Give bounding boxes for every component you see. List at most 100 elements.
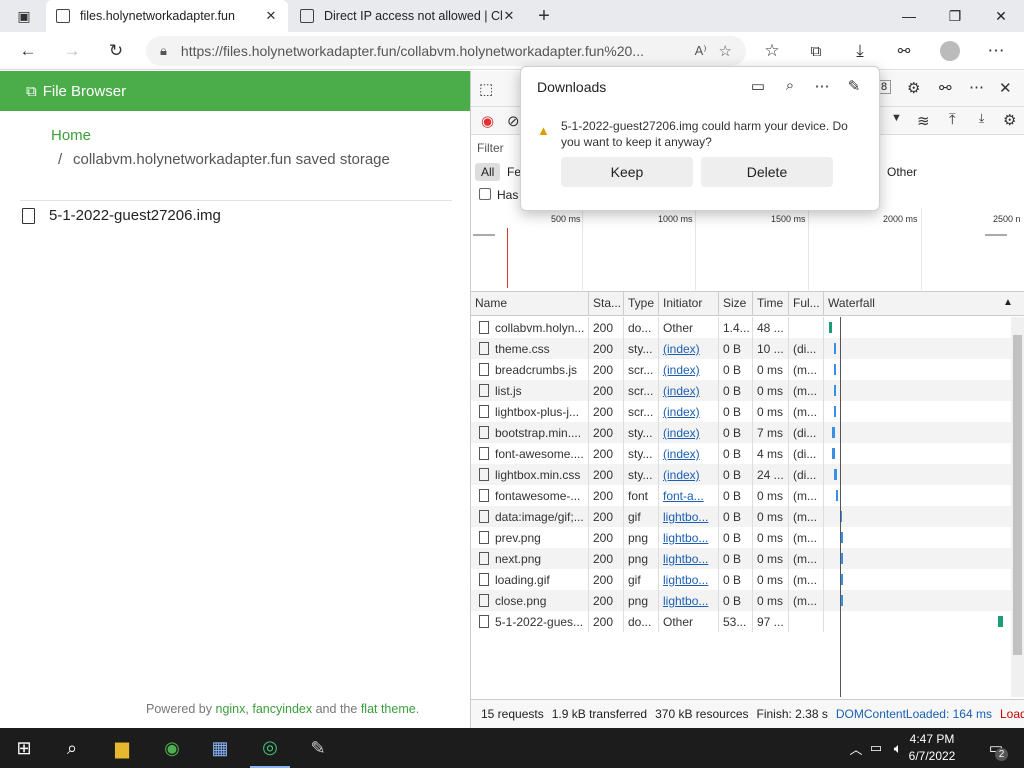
request-name[interactable]: fontawesome-... — [495, 489, 580, 506]
request-row[interactable]: lightbox.min.css 200 sty... (index) 0 B 24 ..… — [471, 464, 1011, 485]
close-tab-icon[interactable]: ✕ — [502, 8, 516, 24]
request-name[interactable]: lightbox.min.css — [495, 468, 580, 485]
col-time[interactable]: Time — [753, 292, 789, 316]
record-icon[interactable]: ◉ — [481, 112, 494, 130]
request-name[interactable]: prev.png — [495, 531, 541, 548]
request-row[interactable]: data:image/gif;... 200 gif lightbo... 0 B0 m… — [471, 506, 1011, 527]
filter-label[interactable]: Filter — [477, 141, 504, 155]
network-app-icon[interactable]: ▦ — [200, 728, 240, 768]
cell-initiator[interactable]: lightbo... — [659, 506, 719, 527]
import-icon[interactable]: ⤒ — [949, 111, 956, 128]
col-size[interactable]: Size — [719, 292, 753, 316]
request-name[interactable]: close.png — [495, 594, 546, 611]
collections-icon[interactable]: ⧉ — [800, 32, 832, 70]
request-row[interactable]: breadcrumbs.js 200 scr... (index) 0 B0 ms (m.… — [471, 359, 1011, 380]
request-name[interactable]: next.png — [495, 552, 541, 569]
start-windows-icon[interactable]: ⊞ — [4, 728, 44, 768]
request-name[interactable]: font-awesome.... — [495, 447, 584, 464]
breadcrumb-home[interactable]: Home — [51, 127, 91, 144]
inspect-icon[interactable]: ⬚ — [479, 80, 493, 98]
flat-theme-link[interactable]: flat theme — [361, 702, 416, 716]
col-type[interactable]: Type — [624, 292, 659, 316]
clock[interactable]: 4:47 PM 6/7/2022 — [904, 731, 960, 765]
back-button[interactable]: ← — [12, 32, 44, 70]
col-fulfilled[interactable]: Ful... — [789, 292, 824, 316]
col-waterfall[interactable]: Waterfall — [824, 292, 1024, 316]
request-name[interactable]: 5-1-2022-gues... — [495, 615, 583, 632]
maximize-button[interactable]: ❐ — [932, 0, 978, 32]
cell-initiator[interactable]: (index) — [659, 359, 719, 380]
cell-initiator[interactable]: (index) — [659, 338, 719, 359]
paint-icon[interactable]: ✎ — [298, 728, 338, 768]
sort-up-icon[interactable]: ▲ — [1003, 297, 1013, 308]
close-tab-icon[interactable]: ✕ — [264, 8, 278, 24]
file-explorer-icon[interactable]: ▆ — [102, 728, 142, 768]
close-window-button[interactable]: ✕ — [978, 0, 1024, 32]
tab-actions-icon[interactable]: ▣ — [8, 0, 40, 32]
filter-chip-other[interactable]: Other — [881, 163, 923, 181]
col-status[interactable]: Sta... — [589, 292, 624, 316]
cell-initiator[interactable]: lightbo... — [659, 590, 719, 611]
file-list-item[interactable]: 5-1-2022-guest27206.img — [22, 207, 221, 224]
search-icon[interactable]: ⌕ — [779, 77, 801, 94]
chrome-icon[interactable]: ◉ — [152, 728, 192, 768]
cell-initiator[interactable]: (index) — [659, 422, 719, 443]
close-devtools-icon[interactable]: ✕ — [999, 79, 1012, 97]
tab-direct-ip[interactable]: Direct IP access not allowed | Clc ✕ — [290, 0, 526, 32]
extensions-icon[interactable]: ⚯ — [888, 32, 920, 70]
downloads-icon[interactable]: ⤓ — [844, 32, 876, 70]
cell-initiator[interactable]: (index) — [659, 464, 719, 485]
refresh-button[interactable]: ↻ — [100, 32, 132, 70]
cell-initiator[interactable]: lightbo... — [659, 569, 719, 590]
cell-initiator[interactable]: (index) — [659, 401, 719, 422]
request-row[interactable]: fontawesome-... 200 font font-a... 0 B0 ms (m… — [471, 485, 1011, 506]
request-row[interactable]: close.png 200 png lightbo... 0 B0 ms (m... — [471, 590, 1011, 611]
new-tab-button[interactable]: + — [528, 0, 560, 32]
tab-files[interactable]: files.holynetworkadapter.fun ✕ — [46, 0, 288, 32]
address-bar[interactable]: 🔒︎ https://files.holynetworkadapter.fun/… — [146, 36, 746, 66]
request-name[interactable]: data:image/gif;... — [495, 510, 584, 527]
request-name[interactable]: collabvm.holyn... — [495, 321, 584, 338]
more-icon[interactable]: ⋯ — [969, 78, 984, 96]
request-row[interactable]: list.js 200 scr... (index) 0 B0 ms (m... — [471, 380, 1011, 401]
export-icon[interactable]: ⤓ — [979, 111, 984, 126]
filter-chip-all[interactable]: All — [475, 163, 501, 181]
search-icon[interactable]: ⌕ — [52, 728, 92, 768]
edge-dev-icon[interactable]: ◎ — [250, 728, 290, 768]
throttle-dropdown-icon[interactable]: ▼ — [891, 112, 902, 124]
request-row[interactable]: collabvm.holyn... 200 do... Other 1.4... 48 .… — [471, 317, 1011, 338]
add-favorite-icon[interactable]: ☆ — [719, 42, 732, 60]
request-row[interactable]: next.png 200 png lightbo... 0 B0 ms (m... — [471, 548, 1011, 569]
network-conditions-icon[interactable]: ≋ — [917, 112, 930, 130]
minimize-button[interactable]: — — [886, 0, 932, 32]
forward-button[interactable]: → — [56, 32, 88, 70]
fancyindex-link[interactable]: fancyindex — [252, 702, 312, 716]
pin-icon[interactable]: ✎ — [843, 77, 865, 95]
more-options-icon[interactable]: ⋯ — [811, 77, 833, 95]
request-name[interactable]: theme.css — [495, 342, 550, 359]
read-aloud-icon[interactable]: A⁾ — [695, 43, 707, 59]
cell-initiator[interactable]: font-a... — [659, 485, 719, 506]
notification-center-icon[interactable]: ▭ — [976, 728, 1016, 768]
dock-icon[interactable]: ⚯ — [939, 79, 952, 97]
request-row[interactable]: bootstrap.min.... 200 sty... (index) 0 B7 ms… — [471, 422, 1011, 443]
clear-icon[interactable]: ⊘ — [507, 112, 520, 130]
request-row[interactable]: prev.png 200 png lightbo... 0 B0 ms (m... — [471, 527, 1011, 548]
favorites-icon[interactable]: ☆ — [756, 32, 788, 70]
request-row[interactable]: lightbox-plus-j... 200 scr... (index) 0 B0 m… — [471, 401, 1011, 422]
request-row[interactable]: loading.gif 200 gif lightbo... 0 B0 ms (m... — [471, 569, 1011, 590]
request-name[interactable]: list.js — [495, 384, 522, 401]
cell-initiator[interactable]: (index) — [659, 443, 719, 464]
settings-more-icon[interactable]: ⋯ — [980, 32, 1012, 70]
request-name[interactable]: loading.gif — [495, 573, 550, 590]
request-row[interactable]: theme.css 200 sty... (index) 0 B 10 ... (di... — [471, 338, 1011, 359]
scrollbar-thumb[interactable] — [1013, 335, 1022, 655]
col-initiator[interactable]: Initiator — [659, 292, 719, 316]
has-checkbox[interactable] — [479, 188, 491, 200]
request-scrollbar[interactable] — [1011, 317, 1024, 697]
nginx-link[interactable]: nginx — [216, 702, 246, 716]
profile-avatar[interactable] — [934, 32, 966, 70]
open-folder-icon[interactable]: ▭ — [747, 77, 769, 95]
request-row[interactable]: font-awesome.... 200 sty... (index) 0 B4 ms(… — [471, 443, 1011, 464]
request-row[interactable]: 5-1-2022-gues... 200 do... Other 53... 97 ... — [471, 611, 1011, 632]
